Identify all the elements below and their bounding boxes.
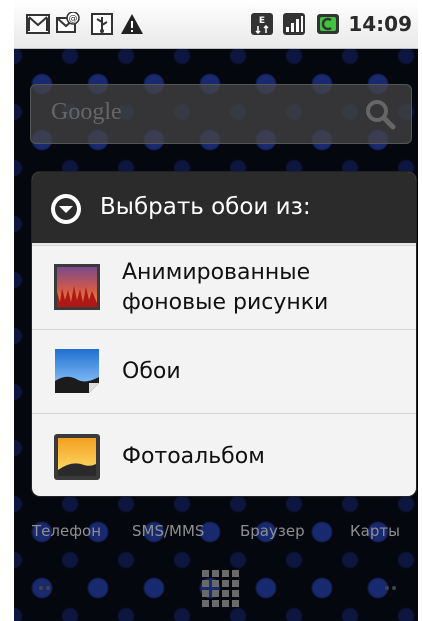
dock-item-maps[interactable]: Карты	[350, 522, 400, 540]
dialog-title-bar: Выбрать обои из:	[32, 172, 416, 245]
dock-item-phone[interactable]: Телефон	[32, 522, 101, 540]
option-gallery-label: Фотоальбом	[122, 444, 265, 469]
svg-text:@: @	[69, 14, 78, 24]
option-live-wallpapers[interactable]: Анимированные фоновые рисунки	[32, 245, 416, 329]
battery-charging-icon	[317, 14, 339, 34]
warning-icon	[121, 14, 143, 34]
home-screen: @ E 14:09 Google Выбрать обои из: Анимир…	[14, 0, 418, 621]
option-live-wallpapers-label-2: фоновые рисунки	[122, 290, 329, 315]
option-wallpapers[interactable]: Обои	[32, 329, 416, 413]
svg-text:E: E	[259, 16, 265, 26]
usb-icon	[91, 13, 113, 35]
wallpaper-chooser-dialog: Выбрать обои из: Анимированные фоновые р…	[32, 172, 416, 496]
live-wallpaper-icon	[54, 264, 100, 310]
bottom-navigation	[14, 562, 418, 621]
search-placeholder: Google	[51, 99, 122, 125]
data-transfer-icon: E	[251, 13, 273, 35]
app-drawer-grid-icon[interactable]	[200, 568, 240, 614]
gallery-icon	[54, 434, 100, 480]
page-dots-right-icon[interactable]	[384, 584, 398, 592]
signal-bars-icon	[283, 13, 305, 35]
option-wallpapers-label: Обои	[122, 359, 181, 384]
dock-item-browser[interactable]: Браузер	[240, 522, 305, 540]
google-search-widget[interactable]: Google	[30, 84, 412, 144]
email-icon: @	[56, 12, 80, 33]
dialog-title: Выбрать обои из:	[100, 194, 311, 220]
wallpapers-icon	[55, 349, 99, 393]
clock-time: 14:09	[348, 12, 412, 36]
dock-item-sms[interactable]: SMS/MMS	[132, 522, 204, 540]
option-live-wallpapers-label-1: Анимированные	[122, 260, 311, 285]
option-gallery[interactable]: Фотоальбом	[32, 413, 416, 496]
page-dots-left-icon[interactable]	[38, 584, 52, 592]
search-icon[interactable]	[363, 97, 397, 131]
status-bar: @ E 14:09	[14, 0, 418, 49]
gmail-icon	[26, 14, 50, 34]
dropdown-circle-icon	[51, 194, 81, 224]
